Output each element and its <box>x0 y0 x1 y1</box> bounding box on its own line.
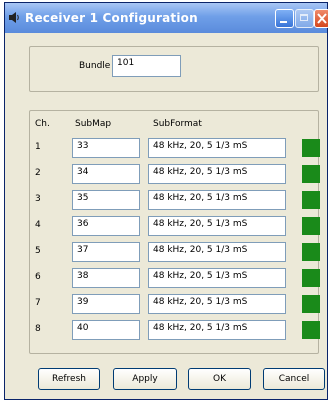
channel-number: 6 <box>35 272 41 282</box>
submap-input[interactable]: 40 <box>72 320 140 340</box>
channel-number: 2 <box>35 168 41 178</box>
close-icon <box>317 13 327 24</box>
channel-number: 8 <box>35 324 41 334</box>
speaker-icon <box>9 12 19 23</box>
table-row: 6 38 48 kHz, 20, 5 1/3 mS <box>5 268 328 288</box>
table-row: 5 37 48 kHz, 20, 5 1/3 mS <box>5 242 328 262</box>
status-indicator <box>302 217 320 235</box>
status-indicator <box>302 191 320 209</box>
submap-input[interactable]: 39 <box>72 294 140 314</box>
window-title: Receiver 1 Configuration <box>25 11 198 25</box>
subformat-field[interactable]: 48 kHz, 20, 5 1/3 mS <box>148 216 286 236</box>
close-button[interactable] <box>314 9 328 28</box>
table-row: 2 34 48 kHz, 20, 5 1/3 mS <box>5 164 328 184</box>
channel-number: 1 <box>35 142 41 152</box>
submap-input[interactable]: 38 <box>72 268 140 288</box>
channel-number: 5 <box>35 246 41 256</box>
table-row: 7 39 48 kHz, 20, 5 1/3 mS <box>5 294 328 314</box>
refresh-button[interactable]: Refresh <box>38 368 100 390</box>
header-channel: Ch. <box>35 119 50 129</box>
maximize-button[interactable] <box>295 9 314 28</box>
bundle-label: Bundle <box>79 61 111 71</box>
channel-number: 3 <box>35 194 41 204</box>
subformat-field[interactable]: 48 kHz, 20, 5 1/3 mS <box>148 268 286 288</box>
table-row: 8 40 48 kHz, 20, 5 1/3 mS <box>5 320 328 340</box>
channel-number: 4 <box>35 220 41 230</box>
channel-number: 7 <box>35 298 41 308</box>
header-subformat: SubFormat <box>153 119 202 129</box>
cancel-button[interactable]: Cancel <box>263 368 325 390</box>
subformat-field[interactable]: 48 kHz, 20, 5 1/3 mS <box>148 164 286 184</box>
bundle-input[interactable]: 101 <box>112 55 181 77</box>
minimize-button[interactable] <box>275 9 294 28</box>
submap-input[interactable]: 37 <box>72 242 140 262</box>
title-bar[interactable]: Receiver 1 Configuration <box>5 3 328 33</box>
submap-input[interactable]: 33 <box>72 138 140 158</box>
submap-input[interactable]: 36 <box>72 216 140 236</box>
subformat-field[interactable]: 48 kHz, 20, 5 1/3 mS <box>148 138 286 158</box>
ok-button[interactable]: OK <box>188 368 251 390</box>
status-indicator <box>302 165 320 183</box>
submap-input[interactable]: 34 <box>72 164 140 184</box>
apply-button[interactable]: Apply <box>113 368 177 390</box>
status-indicator <box>302 243 320 261</box>
subformat-field[interactable]: 48 kHz, 20, 5 1/3 mS <box>148 320 286 340</box>
status-indicator <box>302 269 320 287</box>
status-indicator <box>302 139 320 157</box>
subformat-field[interactable]: 48 kHz, 20, 5 1/3 mS <box>148 242 286 262</box>
header-submap: SubMap <box>75 119 112 129</box>
table-row: 1 33 48 kHz, 20, 5 1/3 mS <box>5 138 328 158</box>
dialog-window: Receiver 1 Configuration Bundle 101 Ch. … <box>4 2 328 400</box>
table-row: 4 36 48 kHz, 20, 5 1/3 mS <box>5 216 328 236</box>
status-indicator <box>302 321 320 339</box>
status-indicator <box>302 295 320 313</box>
table-row: 3 35 48 kHz, 20, 5 1/3 mS <box>5 190 328 210</box>
submap-input[interactable]: 35 <box>72 190 140 210</box>
subformat-field[interactable]: 48 kHz, 20, 5 1/3 mS <box>148 294 286 314</box>
subformat-field[interactable]: 48 kHz, 20, 5 1/3 mS <box>148 190 286 210</box>
